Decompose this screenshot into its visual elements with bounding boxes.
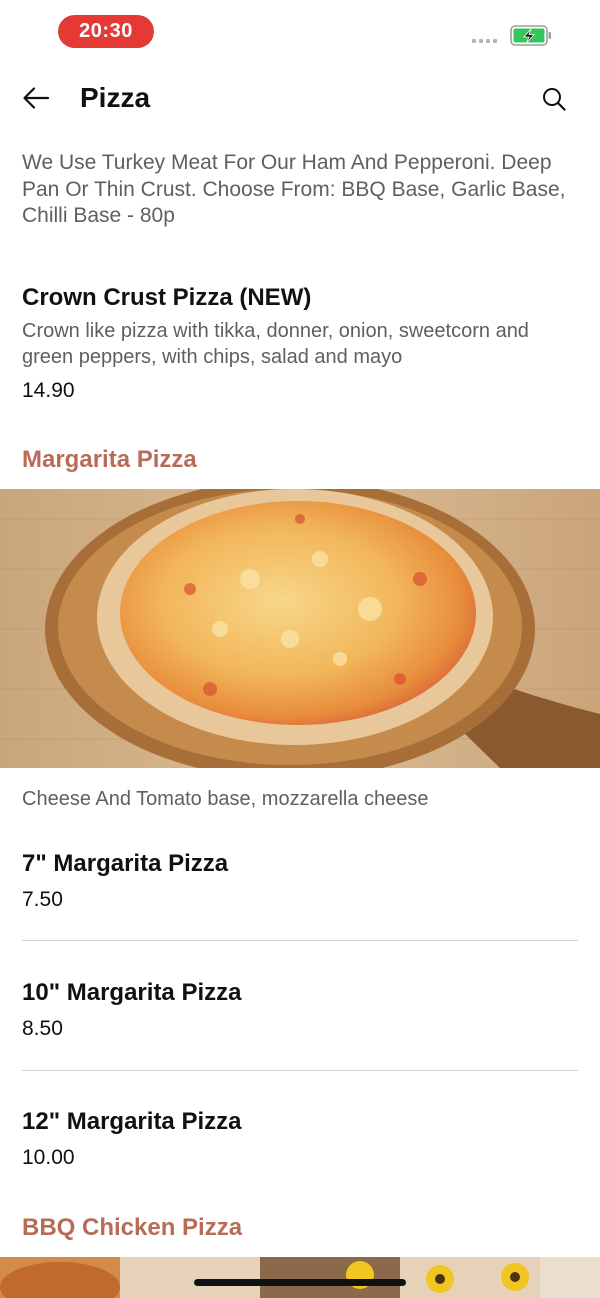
battery-charging-icon bbox=[510, 25, 551, 46]
status-time: 20:30 bbox=[58, 15, 154, 48]
pizza-photo bbox=[0, 489, 600, 768]
item-description: Crown like pizza with tikka, donner, oni… bbox=[22, 320, 529, 368]
margarita-pizza-image bbox=[0, 489, 600, 768]
page-title: Pizza bbox=[80, 82, 151, 113]
section-title-bbq-chicken: BBQ Chicken Pizza bbox=[22, 1214, 243, 1241]
divider bbox=[22, 940, 578, 941]
item-price: 14.90 bbox=[22, 379, 75, 402]
bbq-photo bbox=[0, 1257, 600, 1298]
status-bar: 20:30 bbox=[0, 0, 600, 64]
category-description: We Use Turkey Meat For Our Ham And Peppe… bbox=[22, 151, 566, 227]
bbq-chicken-pizza-image bbox=[0, 1257, 600, 1298]
item-name: 7" Margarita Pizza bbox=[22, 850, 229, 877]
back-button[interactable] bbox=[18, 80, 54, 116]
signal-icon bbox=[472, 39, 497, 43]
item-name: 12" Margarita Pizza bbox=[22, 1108, 242, 1135]
item-price: 8.50 bbox=[22, 1017, 63, 1040]
top-app-bar: Pizza bbox=[0, 64, 600, 134]
section-title-margarita: Margarita Pizza bbox=[22, 446, 197, 473]
search-icon bbox=[543, 88, 566, 111]
home-indicator[interactable] bbox=[194, 1279, 406, 1286]
search-button[interactable] bbox=[536, 81, 572, 117]
item-name: 10" Margarita Pizza bbox=[22, 979, 242, 1006]
section-description: Cheese And Tomato base, mozzarella chees… bbox=[22, 788, 429, 810]
arrow-left-icon bbox=[23, 87, 50, 109]
item-name: Crown Crust Pizza (NEW) bbox=[22, 284, 312, 311]
item-price: 10.00 bbox=[22, 1146, 75, 1169]
menu-item[interactable]: 7" Margarita Pizza 7.50 bbox=[22, 849, 578, 913]
item-price: 7.50 bbox=[22, 888, 63, 911]
menu-item[interactable]: Crown Crust Pizza (NEW) Crown like pizza… bbox=[22, 283, 578, 404]
menu-item[interactable]: 12" Margarita Pizza 10.00 bbox=[22, 1107, 578, 1171]
divider bbox=[22, 1070, 578, 1071]
menu-item[interactable]: 10" Margarita Pizza 8.50 bbox=[22, 978, 578, 1042]
